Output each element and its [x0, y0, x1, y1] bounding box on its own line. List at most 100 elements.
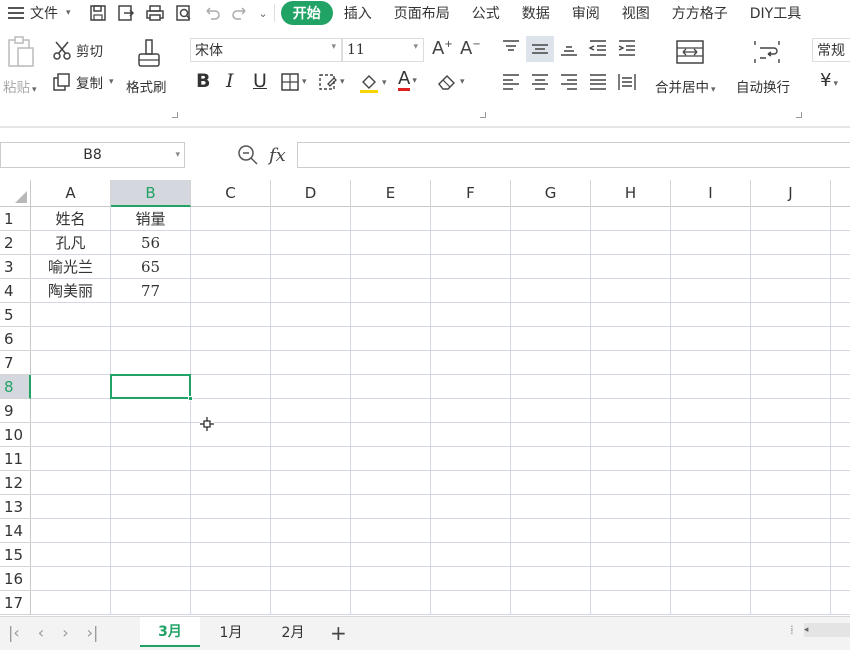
distribute-icon[interactable] [616, 72, 638, 96]
cell-f1[interactable] [431, 207, 511, 231]
italic-button[interactable]: I [226, 70, 234, 92]
sheet-tab-2[interactable]: 2月 [262, 617, 324, 647]
row-header-9[interactable]: 9 [0, 399, 31, 423]
cell-c13[interactable] [191, 495, 271, 519]
cell-c1[interactable] [191, 207, 271, 231]
customize-qa-icon[interactable]: ⌄ [259, 7, 268, 20]
active-cell-selection[interactable] [110, 374, 193, 401]
cell-i10[interactable] [671, 423, 751, 447]
cell-d8[interactable] [271, 375, 351, 399]
row-header-4[interactable]: 4 [0, 279, 31, 303]
cell-f16[interactable] [431, 567, 511, 591]
cell-a7[interactable] [31, 351, 111, 375]
row-header-7[interactable]: 7 [0, 351, 31, 375]
font-dialog-launcher-icon[interactable] [172, 112, 178, 118]
cell-g13[interactable] [511, 495, 591, 519]
cell-b12[interactable] [111, 471, 191, 495]
export-icon[interactable] [117, 4, 135, 22]
cell-c8[interactable] [191, 375, 271, 399]
cell-a14[interactable] [31, 519, 111, 543]
sheet-tab-1[interactable]: 1月 [200, 617, 262, 647]
cell-j1[interactable] [751, 207, 831, 231]
cell-e7[interactable] [351, 351, 431, 375]
cell-k3[interactable] [831, 255, 850, 279]
file-menu[interactable]: 文件 ▾ [0, 3, 71, 23]
cell-g6[interactable] [511, 327, 591, 351]
scroll-track[interactable]: ◂ [803, 623, 850, 637]
cell-e9[interactable] [351, 399, 431, 423]
cell-f9[interactable] [431, 399, 511, 423]
scroll-split-icon[interactable]: ⁞ [790, 623, 794, 637]
cell-b7[interactable] [111, 351, 191, 375]
cell-d6[interactable] [271, 327, 351, 351]
cell-h8[interactable] [591, 375, 671, 399]
cell-k17[interactable] [831, 591, 850, 615]
cell-i9[interactable] [671, 399, 751, 423]
cell-c16[interactable] [191, 567, 271, 591]
tab-review[interactable]: 审阅 [561, 3, 611, 23]
decrease-indent-icon[interactable] [587, 38, 609, 62]
cell-a12[interactable] [31, 471, 111, 495]
column-header-f[interactable]: F [431, 180, 511, 207]
cell-c3[interactable] [191, 255, 271, 279]
decrease-font-icon[interactable]: A− [460, 38, 481, 59]
cell-g3[interactable] [511, 255, 591, 279]
cell-d1[interactable] [271, 207, 351, 231]
copy-button[interactable]: 复制 ▾ [52, 72, 114, 92]
font-size-select[interactable]: 11 ▾ [342, 38, 424, 62]
cell-k16[interactable] [831, 567, 850, 591]
cell-e5[interactable] [351, 303, 431, 327]
cell-b13[interactable] [111, 495, 191, 519]
cell-d3[interactable] [271, 255, 351, 279]
cell-c11[interactable] [191, 447, 271, 471]
scroll-left-icon[interactable]: ◂ [804, 625, 814, 635]
cell-g15[interactable] [511, 543, 591, 567]
align-bottom-icon[interactable] [558, 38, 580, 62]
cut-button[interactable]: 剪切 [52, 40, 103, 60]
row-header-12[interactable]: 12 [0, 471, 31, 495]
cell-j5[interactable] [751, 303, 831, 327]
cell-f11[interactable] [431, 447, 511, 471]
format-painter-button[interactable]: 格式刷 [126, 76, 167, 96]
cell-c6[interactable] [191, 327, 271, 351]
cell-i15[interactable] [671, 543, 751, 567]
justify-icon[interactable] [587, 72, 609, 96]
redo-icon[interactable] [231, 4, 249, 22]
cell-a2[interactable]: 孔凡 [31, 231, 111, 255]
cell-k15[interactable] [831, 543, 850, 567]
fill-handle[interactable] [188, 396, 193, 401]
cell-a6[interactable] [31, 327, 111, 351]
cell-d16[interactable] [271, 567, 351, 591]
cell-i17[interactable] [671, 591, 751, 615]
cell-b9[interactable] [111, 399, 191, 423]
cell-i1[interactable] [671, 207, 751, 231]
cell-e17[interactable] [351, 591, 431, 615]
cell-j13[interactable] [751, 495, 831, 519]
cell-a17[interactable] [31, 591, 111, 615]
font-dialog-launcher-icon[interactable] [480, 112, 486, 118]
cell-d10[interactable] [271, 423, 351, 447]
cell-j15[interactable] [751, 543, 831, 567]
tab-page-layout[interactable]: 页面布局 [383, 3, 461, 23]
cell-i7[interactable] [671, 351, 751, 375]
cell-g14[interactable] [511, 519, 591, 543]
cell-e2[interactable] [351, 231, 431, 255]
cell-a1[interactable]: 姓名 [31, 207, 111, 231]
cell-a4[interactable]: 陶美丽 [31, 279, 111, 303]
cell-e15[interactable] [351, 543, 431, 567]
cell-b2[interactable]: 56 [111, 231, 191, 255]
row-header-11[interactable]: 11 [0, 447, 31, 471]
cell-k13[interactable] [831, 495, 850, 519]
undo-icon[interactable] [203, 4, 221, 22]
column-header-b[interactable]: B [111, 180, 191, 207]
cell-d15[interactable] [271, 543, 351, 567]
cell-i11[interactable] [671, 447, 751, 471]
cell-h7[interactable] [591, 351, 671, 375]
cell-h1[interactable] [591, 207, 671, 231]
cell-k2[interactable] [831, 231, 850, 255]
cell-e10[interactable] [351, 423, 431, 447]
cell-e3[interactable] [351, 255, 431, 279]
cell-g17[interactable] [511, 591, 591, 615]
cell-c7[interactable] [191, 351, 271, 375]
cell-c14[interactable] [191, 519, 271, 543]
